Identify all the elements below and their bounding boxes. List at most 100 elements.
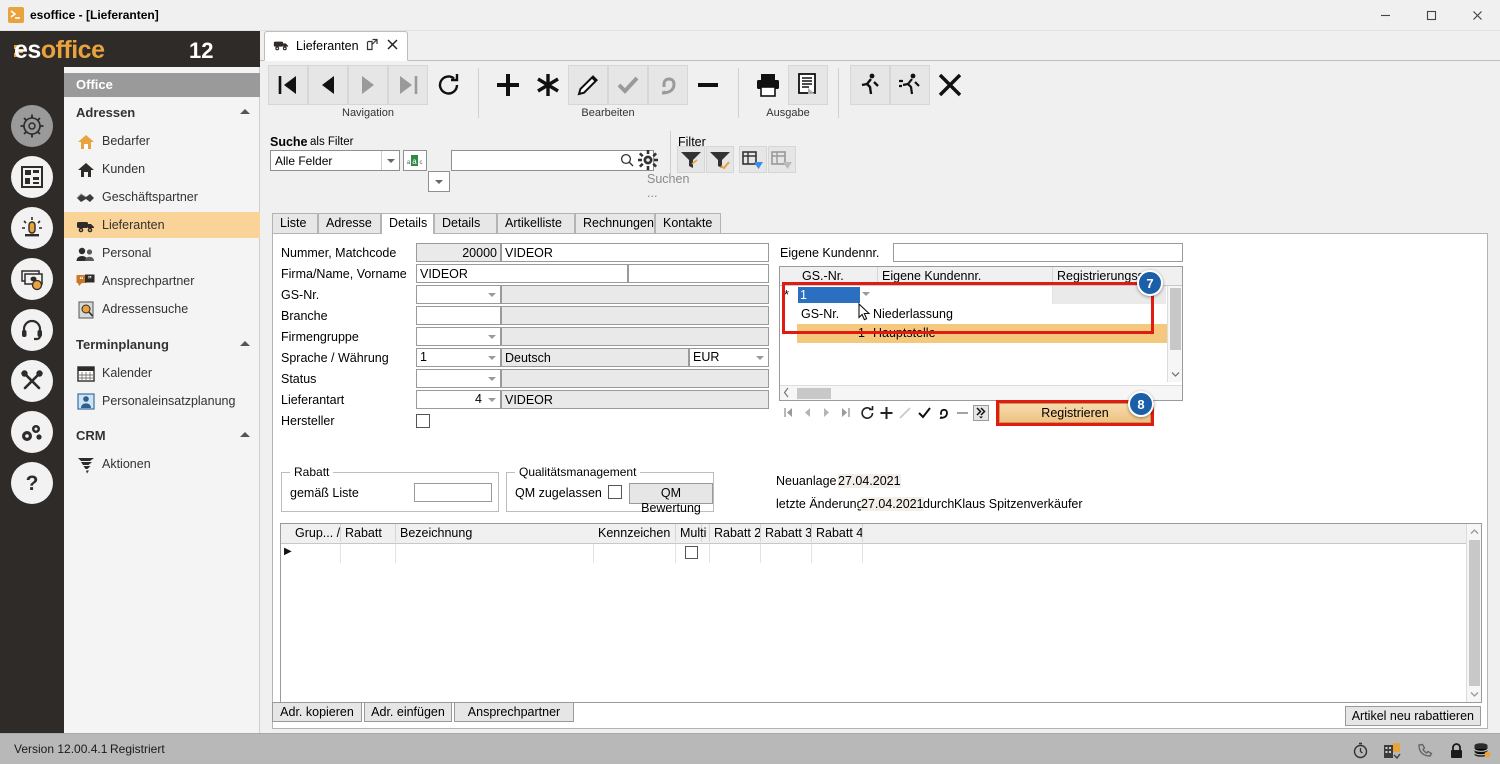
close-icon[interactable] <box>386 38 399 54</box>
filter-grid-off-icon[interactable] <box>768 146 796 173</box>
cancel-icon[interactable] <box>930 65 970 105</box>
table-row[interactable]: ▶ <box>281 544 1481 564</box>
edit-icon[interactable] <box>897 404 914 421</box>
sidebar-item-geschaeftspartner[interactable]: Geschäftspartner <box>64 184 260 210</box>
chevron-down-icon[interactable] <box>1467 687 1482 702</box>
chevron-down-icon[interactable] <box>1168 367 1183 382</box>
lieferantart-dropdown[interactable]: 4 <box>416 390 501 409</box>
tab-rechnungen[interactable]: Rechnungen <box>575 213 655 233</box>
search-field-selector[interactable]: Alle Felder <box>270 150 400 171</box>
help-icon[interactable]: ? <box>11 462 53 504</box>
run-icon[interactable] <box>850 65 890 105</box>
editing-kundennr-value[interactable] <box>878 286 1053 304</box>
abc-icon[interactable]: aac <box>403 150 427 171</box>
timer-icon[interactable] <box>1350 740 1370 760</box>
gears-icon[interactable] <box>11 411 53 453</box>
status-dropdown[interactable] <box>416 369 501 388</box>
cell-rabatt3[interactable] <box>761 544 812 563</box>
artikel-neu-rabattieren-button[interactable]: Artikel neu rabattieren <box>1344 706 1481 726</box>
chevron-up-icon[interactable] <box>1467 524 1482 539</box>
close-button[interactable] <box>1454 0 1500 30</box>
firma-name-field[interactable]: VIDEOR <box>416 264 628 283</box>
rabatt-input[interactable] <box>414 483 492 502</box>
nav-group-adressen[interactable]: Adressen <box>64 100 260 126</box>
first-record-icon[interactable] <box>268 65 308 105</box>
cell-multi[interactable] <box>676 544 710 563</box>
waehrung-dropdown[interactable]: EUR <box>689 348 769 367</box>
lock-icon[interactable] <box>1446 740 1466 760</box>
tab-kontakte[interactable]: Kontakte <box>655 213 721 233</box>
cell-kennzeichen[interactable] <box>594 544 676 563</box>
prev-record-icon[interactable] <box>308 65 348 105</box>
eigene-kundennr-input[interactable] <box>893 243 1183 262</box>
sidebar-item-personal[interactable]: Personal <box>64 240 260 266</box>
document-tab-lieferanten[interactable]: Lieferanten <box>264 31 408 61</box>
undo-icon[interactable] <box>935 404 952 421</box>
chevron-down-icon[interactable] <box>862 292 870 296</box>
search-icon[interactable] <box>620 153 634 170</box>
ansprechpartner-button[interactable]: Ansprechpartner <box>454 702 574 722</box>
popout-icon[interactable] <box>366 38 379 54</box>
discount-table[interactable]: Grup... / Rabatt Bezeichnung Kennzeichen… <box>280 523 1482 703</box>
filter-grid-icon[interactable] <box>739 146 767 173</box>
editing-gsnr-value[interactable]: 1 <box>798 287 860 303</box>
grid-vertical-scrollbar[interactable] <box>1167 286 1182 382</box>
refresh-icon[interactable] <box>859 404 876 421</box>
headset-icon[interactable] <box>11 309 53 351</box>
filter-check-icon[interactable] <box>706 146 734 173</box>
hersteller-checkbox[interactable] <box>416 414 430 428</box>
report-icon[interactable] <box>788 65 828 105</box>
alarm-icon[interactable] <box>11 207 53 249</box>
run-fast-icon[interactable] <box>890 65 930 105</box>
next-icon[interactable] <box>818 404 835 421</box>
vorname-field[interactable] <box>628 264 769 283</box>
nav-group-crm[interactable]: CRM <box>64 423 260 449</box>
minimize-button[interactable] <box>1362 0 1408 30</box>
kundennr-grid[interactable]: GS.-Nr. Eigene Kundennr. Registrierungss… <box>779 266 1183 401</box>
sidebar-item-kunden[interactable]: Kunden <box>64 156 260 182</box>
tab-liste[interactable]: Liste <box>272 213 318 233</box>
sidebar-item-adressensuche[interactable]: Adressensuche <box>64 296 260 322</box>
sidebar-item-lieferanten[interactable]: Lieferanten <box>64 212 260 238</box>
cell-rabatt2[interactable] <box>710 544 761 563</box>
add-icon[interactable] <box>488 65 528 105</box>
tab-adresse[interactable]: Adresse <box>318 213 381 233</box>
cell-rabatt[interactable] <box>341 544 396 563</box>
tab-details[interactable]: Details <box>381 213 434 234</box>
nav-group-terminplanung[interactable]: Terminplanung <box>64 332 260 358</box>
last-icon[interactable] <box>837 404 854 421</box>
tab-details-ii[interactable]: Details II <box>434 213 497 249</box>
compass-icon[interactable] <box>11 105 53 147</box>
multi-checkbox[interactable] <box>685 546 698 559</box>
building-icon[interactable] <box>1382 740 1402 760</box>
tab-artikelliste[interactable]: Artikelliste <box>497 213 575 233</box>
filter-icon[interactable] <box>677 146 705 173</box>
sidebar-item-aktionen[interactable]: Aktionen <box>64 451 260 477</box>
more-icon[interactable] <box>973 404 989 421</box>
phone-icon[interactable] <box>1414 740 1434 760</box>
gear-icon[interactable] <box>638 150 658 173</box>
sidebar-item-ansprechpartner[interactable]: “” Ansprechpartner <box>64 268 260 294</box>
gsnr-dropdown-list[interactable]: GS-Nr. Niederlassung 1 Hauptstelle <box>797 305 1167 343</box>
nummer-field[interactable]: 20000 <box>416 243 501 262</box>
cell-rabatt4[interactable] <box>812 544 863 563</box>
confirm-icon[interactable] <box>608 65 648 105</box>
adr-kopieren-button[interactable]: Adr. kopieren <box>272 702 362 722</box>
sidebar-item-kalender[interactable]: Kalender <box>64 360 260 386</box>
first-icon[interactable] <box>780 404 797 421</box>
last-record-icon[interactable] <box>388 65 428 105</box>
discount-table-scrollbar[interactable] <box>1466 524 1481 702</box>
gsnr-dropdown[interactable] <box>416 285 501 304</box>
matchcode-field[interactable]: VIDEOR <box>501 243 769 262</box>
grid-horizontal-scrollbar[interactable] <box>780 385 1182 400</box>
cell-bezeichnung[interactable] <box>396 544 594 563</box>
undo-icon[interactable] <box>648 65 688 105</box>
qm-bewertung-button[interactable]: QM Bewertung <box>629 483 713 515</box>
grid-editing-row[interactable]: * 1 <box>780 286 1182 305</box>
cell-grup[interactable] <box>291 544 341 563</box>
dropdown-item-hauptstelle[interactable]: 1 Hauptstelle <box>797 324 1167 343</box>
delete-icon[interactable] <box>688 65 728 105</box>
database-icon[interactable] <box>1472 740 1492 760</box>
layout-icon[interactable] <box>11 156 53 198</box>
sprache-dropdown[interactable]: 1 <box>416 348 501 367</box>
